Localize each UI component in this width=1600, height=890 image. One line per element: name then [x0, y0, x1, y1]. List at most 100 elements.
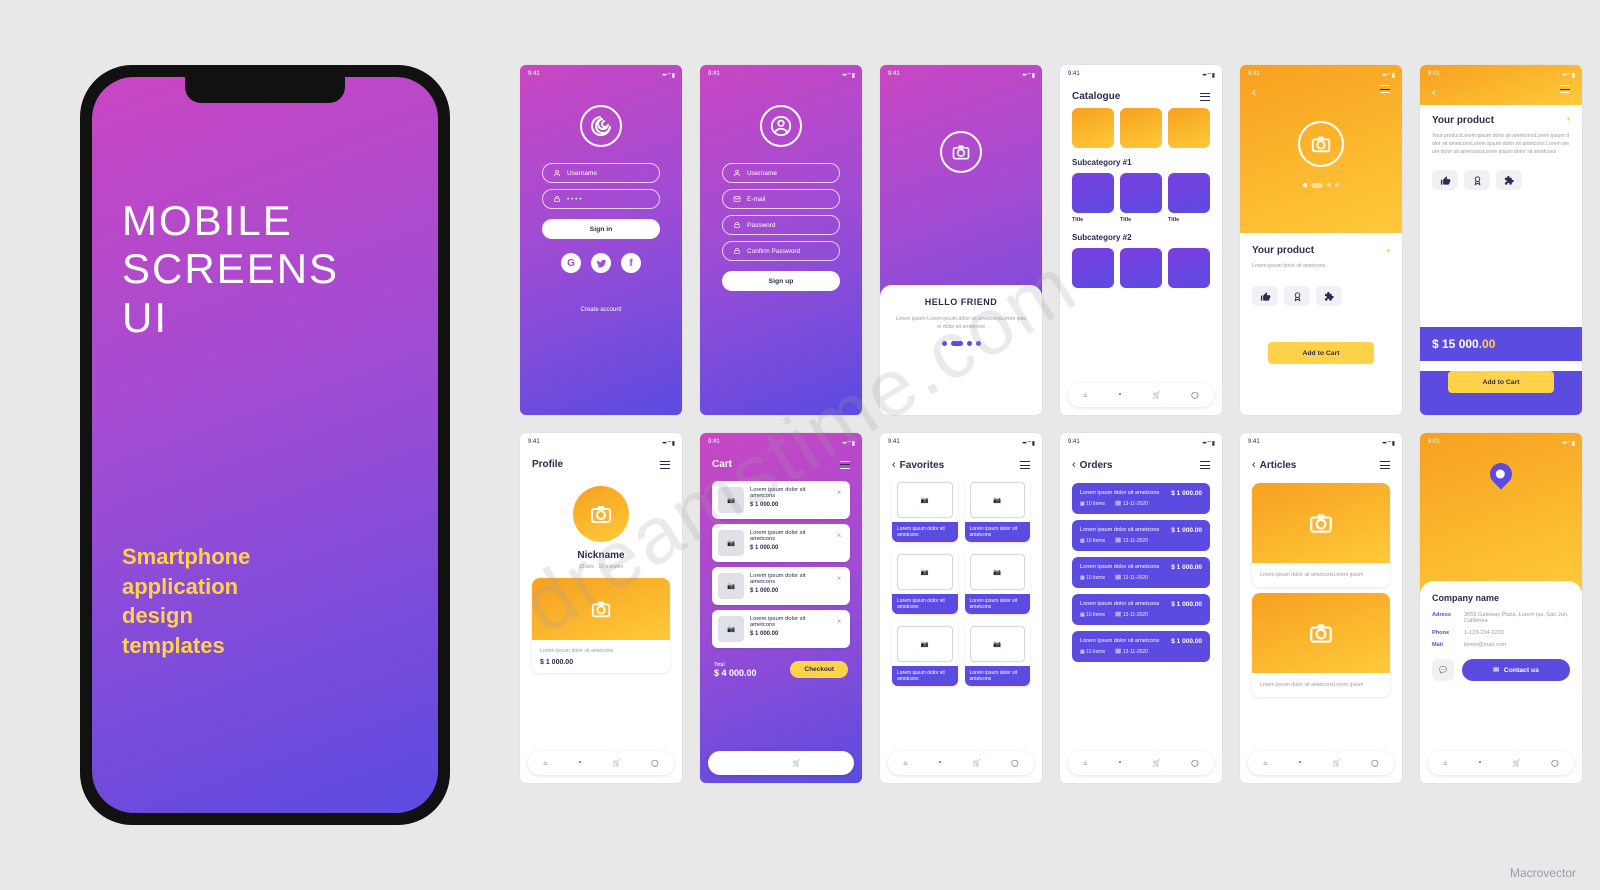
favorite-card[interactable]: 📷Lorem ipsum dolor sit ametcons	[892, 621, 958, 686]
search-icon[interactable]: ⌕	[758, 759, 762, 767]
page-dots[interactable]	[894, 341, 1028, 346]
home-icon[interactable]: ⌂	[903, 760, 907, 767]
menu-icon[interactable]	[1200, 93, 1210, 101]
search-icon[interactable]: ⌕	[1478, 759, 1482, 767]
menu-icon[interactable]	[1020, 461, 1030, 469]
create-account-link[interactable]: Create account	[520, 307, 682, 313]
cart-icon[interactable]: 🛒	[1332, 759, 1340, 767]
favorite-card[interactable]: 📷Lorem ipsum dolor sit ametcons	[892, 477, 958, 542]
catalogue-tile[interactable]	[1120, 173, 1162, 213]
bookmark-icon[interactable]: ▾	[1387, 247, 1390, 255]
profile-icon[interactable]: ◯	[1191, 759, 1198, 767]
profile-card[interactable]: Lorem ipsum dolor sit ametcons $ 1 000.0…	[532, 578, 670, 673]
back-button[interactable]: ‹	[1252, 85, 1256, 99]
contact-button[interactable]: ✉Contact us	[1462, 659, 1570, 681]
cart-icon[interactable]: 🛒	[1152, 391, 1160, 399]
close-icon[interactable]: ×	[834, 573, 844, 583]
close-icon[interactable]: ×	[834, 487, 844, 497]
catalogue-tile[interactable]	[1072, 248, 1114, 288]
catalogue-tile[interactable]	[1120, 108, 1162, 148]
home-icon[interactable]: ⌂	[543, 760, 547, 767]
puzzle-icon[interactable]	[1316, 286, 1342, 306]
favorite-card[interactable]: 📷Lorem ipsum dolor sit ametcons	[965, 477, 1031, 542]
badge-icon[interactable]	[1284, 286, 1310, 306]
order-row[interactable]: $ 1 000.00Lorem ipsum dolor sit ametcons…	[1072, 557, 1210, 588]
search-icon[interactable]: ⌕	[578, 759, 582, 767]
favorite-card[interactable]: 📷Lorem ipsum dolor sit ametcons	[892, 549, 958, 614]
email-field[interactable]: E-mail	[722, 189, 840, 209]
menu-icon[interactable]	[1560, 85, 1570, 93]
map-area[interactable]: 9:41••• ⌔ ▮	[1420, 433, 1582, 593]
password-field[interactable]: Password	[722, 215, 840, 235]
cart-icon[interactable]: 🛒	[972, 759, 980, 767]
menu-icon[interactable]	[1380, 85, 1390, 93]
signup-button[interactable]: Sign up	[722, 271, 840, 291]
menu-icon[interactable]	[840, 461, 850, 469]
catalogue-tile[interactable]	[1072, 108, 1114, 148]
menu-icon[interactable]	[660, 461, 670, 469]
username-field[interactable]: Username	[722, 163, 840, 183]
home-icon[interactable]: ⌂	[723, 760, 727, 767]
profile-icon[interactable]: ◯	[1371, 759, 1378, 767]
like-icon[interactable]	[1252, 286, 1278, 306]
cart-item[interactable]: 📷Lorem ipsum dolor sit ametcons$ 1 000.0…	[712, 481, 850, 519]
search-icon[interactable]: ⌕	[938, 759, 942, 767]
password-field[interactable]: • • • •	[542, 189, 660, 209]
order-row[interactable]: $ 1 000.00Lorem ipsum dolor sit ametcons…	[1072, 631, 1210, 662]
favorite-card[interactable]: 📷Lorem ipsum dolor sit ametcons	[965, 621, 1031, 686]
back-button[interactable]: ‹	[1252, 459, 1256, 471]
map-pin-icon[interactable]	[1485, 458, 1516, 489]
home-icon[interactable]: ⌂	[1083, 392, 1087, 399]
profile-icon[interactable]: ◯	[831, 759, 838, 767]
order-row[interactable]: $ 1 000.00Lorem ipsum dolor sit ametcons…	[1072, 594, 1210, 625]
home-icon[interactable]: ⌂	[1083, 760, 1087, 767]
cart-item[interactable]: 📷Lorem ipsum dolor sit ametcons$ 1 000.0…	[712, 567, 850, 605]
menu-icon[interactable]	[1380, 461, 1390, 469]
profile-icon[interactable]: ◯	[1191, 391, 1198, 399]
twitter-icon[interactable]	[591, 253, 611, 273]
badge-icon[interactable]	[1464, 170, 1490, 190]
catalogue-tile[interactable]	[1072, 173, 1114, 213]
like-icon[interactable]	[1432, 170, 1458, 190]
chat-icon[interactable]: 💬	[1432, 659, 1454, 681]
google-icon[interactable]: G	[561, 253, 581, 273]
order-row[interactable]: $ 1 000.00Lorem ipsum dolor sit ametcons…	[1072, 520, 1210, 551]
profile-avatar[interactable]	[573, 486, 629, 542]
home-icon[interactable]: ⌂	[1263, 760, 1267, 767]
close-icon[interactable]: ×	[834, 530, 844, 540]
profile-icon[interactable]: ◯	[651, 759, 658, 767]
confirm-password-field[interactable]: Confirm Password	[722, 241, 840, 261]
cart-icon[interactable]: 🛒	[792, 759, 800, 767]
close-icon[interactable]: ×	[834, 616, 844, 626]
back-button[interactable]: ‹	[1072, 459, 1076, 471]
profile-icon[interactable]: ◯	[1011, 759, 1018, 767]
add-to-cart-button[interactable]: Add to Cart	[1268, 342, 1374, 364]
menu-icon[interactable]	[1200, 461, 1210, 469]
checkout-button[interactable]: Checkout	[790, 661, 848, 678]
search-icon[interactable]: ⌕	[1118, 759, 1122, 767]
catalogue-tile[interactable]	[1168, 173, 1210, 213]
catalogue-tile[interactable]	[1120, 248, 1162, 288]
article-card[interactable]: Lorem ipsum dolor sit ametconsLorem ipsu…	[1252, 483, 1390, 587]
signin-button[interactable]: Sign in	[542, 219, 660, 239]
facebook-icon[interactable]: f	[621, 253, 641, 273]
cart-icon[interactable]: 🛒	[1152, 759, 1160, 767]
catalogue-tile[interactable]	[1168, 248, 1210, 288]
order-row[interactable]: $ 1 000.00Lorem ipsum dolor sit ametcons…	[1072, 483, 1210, 514]
home-icon[interactable]: ⌂	[1443, 760, 1447, 767]
puzzle-icon[interactable]	[1496, 170, 1522, 190]
cart-icon[interactable]: 🛒	[612, 759, 620, 767]
search-icon[interactable]: ⌕	[1118, 391, 1122, 399]
add-to-cart-button[interactable]: Add to Cart	[1448, 371, 1554, 393]
back-button[interactable]: ‹	[1432, 85, 1436, 99]
favorite-card[interactable]: 📷Lorem ipsum dolor sit ametcons	[965, 549, 1031, 614]
profile-icon[interactable]: ◯	[1551, 759, 1558, 767]
catalogue-tile[interactable]	[1168, 108, 1210, 148]
username-field[interactable]: Username	[542, 163, 660, 183]
search-icon[interactable]: ⌕	[1298, 759, 1302, 767]
article-card[interactable]: Lorem ipsum dolor sit ametconsLorem ipsu…	[1252, 593, 1390, 697]
cart-item[interactable]: 📷Lorem ipsum dolor sit ametcons$ 1 000.0…	[712, 610, 850, 648]
back-button[interactable]: ‹	[892, 459, 896, 471]
cart-item[interactable]: 📷Lorem ipsum dolor sit ametcons$ 1 000.0…	[712, 524, 850, 562]
cart-icon[interactable]: 🛒	[1512, 759, 1520, 767]
